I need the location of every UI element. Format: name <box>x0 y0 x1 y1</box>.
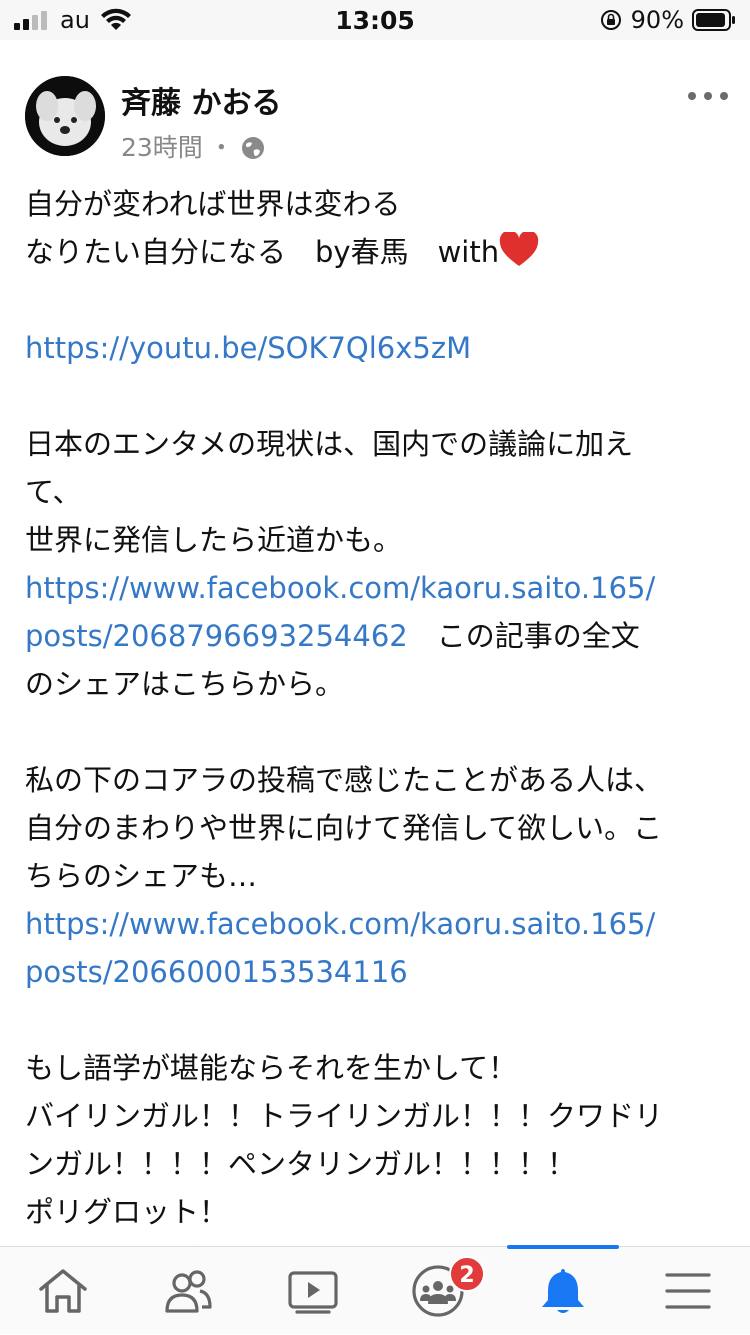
bottom-tab-bar <box>0 1245 750 1335</box>
body-line: のシェアはこちらから。 <box>25 667 345 701</box>
battery-icon <box>692 9 735 31</box>
body-line: ンガル！！！！ペンタリンガル！！！！！ <box>25 1147 577 1181</box>
body-text: この記事の全文 <box>407 619 640 653</box>
body-line: ちらのシェアも… <box>25 859 258 893</box>
orientation-lock-icon <box>600 10 621 30</box>
facebook-post-link-1-cont[interactable]: posts/2068796693254462 <box>25 619 408 653</box>
body-line: 自分が変われば世界は変わる <box>25 187 401 221</box>
facebook-post-link-1[interactable]: https://www.facebook.com/kaoru.saito.165… <box>25 564 730 612</box>
tab-watch[interactable] <box>250 1247 375 1335</box>
tab-home[interactable] <box>0 1247 125 1335</box>
post-body: 自分が変われば世界は変わる なりたい自分になる by春馬 with https:… <box>25 180 730 1284</box>
post-meta: 23時間 ・ <box>121 132 266 164</box>
battery-percent: 90% <box>630 6 684 34</box>
tab-notifications[interactable] <box>500 1247 625 1335</box>
dot-icon <box>688 92 696 100</box>
notifications-icon <box>541 1269 584 1313</box>
body-line: ポリグロット！ <box>25 1195 229 1229</box>
heart-icon <box>499 230 539 266</box>
tab-friends[interactable] <box>125 1247 250 1335</box>
body-line: 自分のまわりや世界に向けて発信して欲しい。こ <box>25 811 663 845</box>
author-name[interactable]: 斉藤 かおる <box>121 86 281 122</box>
status-right: 90% <box>599 7 736 33</box>
avatar-image <box>25 76 105 156</box>
facebook-post-link-2[interactable]: https://www.facebook.com/kaoru.saito.165… <box>25 900 730 948</box>
more-options-button[interactable] <box>688 84 728 108</box>
body-line: posts/2068796693254462 この記事の全文 <box>25 612 730 660</box>
youtube-link[interactable]: https://youtu.be/SOK7Ql6x5zM <box>25 324 730 372</box>
body-line: バイリンガル！！トライリンガル！！！クワドリ <box>25 1099 664 1133</box>
body-text: なりたい自分になる by春馬 with <box>25 235 500 269</box>
facebook-post-link-2-cont[interactable]: posts/2066000153534116 <box>25 948 730 996</box>
status-bar: au 13:05 90% <box>0 0 750 40</box>
body-line: て、 <box>25 475 82 509</box>
groups-notification-badge: 2 <box>449 1256 485 1292</box>
body-line: 日本のエンタメの現状は、国内での議論に加え <box>25 427 634 461</box>
meta-separator: ・ <box>208 133 234 162</box>
body-line: なりたい自分になる by春馬 with <box>25 228 730 276</box>
dot-icon <box>704 92 712 100</box>
tab-groups[interactable] <box>375 1247 500 1335</box>
friends-icon <box>164 1270 212 1313</box>
body-line: 私の下のコアラの投稿で感じたことがある人は、 <box>25 763 664 797</box>
menu-icon <box>664 1273 711 1309</box>
globe-icon <box>241 137 264 159</box>
tab-menu[interactable] <box>625 1247 750 1335</box>
home-icon <box>38 1269 87 1313</box>
avatar[interactable] <box>25 76 105 156</box>
watch-icon <box>287 1271 338 1314</box>
body-line: 世界に発信したら近道かも。 <box>25 523 403 557</box>
dot-icon <box>720 92 728 100</box>
post-time[interactable]: 23時間 <box>121 132 203 164</box>
body-line: もし語学が堪能ならそれを生かして！ <box>25 1051 518 1085</box>
